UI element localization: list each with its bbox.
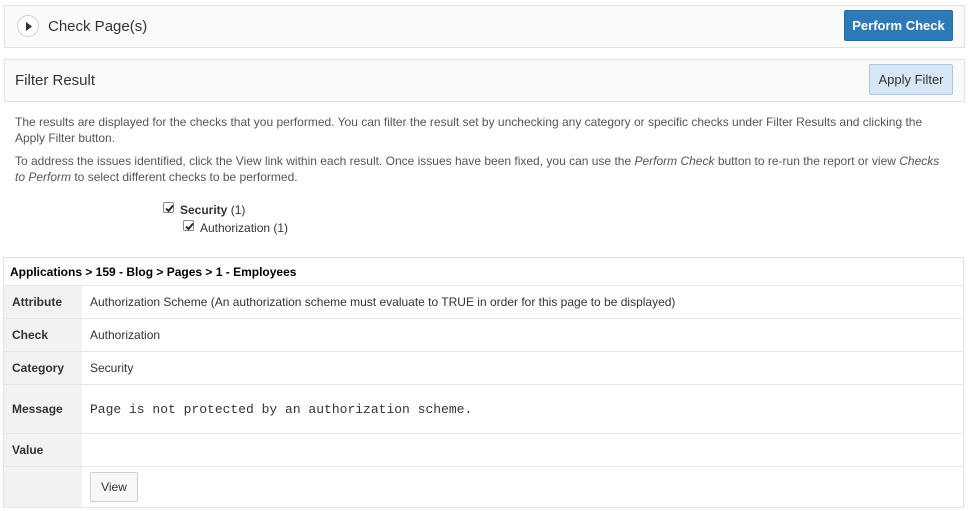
row-label: Check [3,318,82,352]
row-label: Message [3,384,82,434]
row-label: Category [3,351,82,385]
row-label [3,466,82,508]
authorization-checkbox[interactable] [183,220,194,231]
table-row: Value [3,433,964,467]
row-label: Value [3,433,82,467]
table-row: View [3,466,964,508]
view-button[interactable]: View [90,472,138,502]
play-icon [26,22,32,31]
row-value: Page is not protected by an authorizatio… [82,384,964,434]
row-label: Attribute [3,285,82,319]
authorization-filter-label: Authorization (1) [200,221,289,235]
description-paragraph: The results are displayed for the checks… [15,115,923,145]
filter-result-region: Filter Result Apply Filter [4,59,965,102]
checkmark-icon [165,204,174,213]
result-table: Applications > 159 - Blog > Pages > 1 - … [3,257,964,508]
result-path-row: Applications > 159 - Blog > Pages > 1 - … [3,257,964,286]
apply-filter-button[interactable]: Apply Filter [869,64,953,95]
table-row: Message Page is not protected by an auth… [3,384,964,434]
security-filter-label: Security (1) [180,203,246,217]
row-value: View [82,466,964,508]
table-row: Attribute Authorization Scheme (An autho… [3,285,964,319]
region-title: Check Page(s) [48,18,148,35]
row-value: Authorization Scheme (An authorization s… [82,285,964,319]
row-value [82,433,964,467]
expand-toggle-button[interactable] [17,15,39,37]
checkmark-icon [185,222,194,231]
description-paragraph: To address the issues identified, click … [15,154,940,184]
row-value: Authorization [82,318,964,352]
check-pages-region: Check Page(s) Perform Check [4,5,965,48]
result-breadcrumb: Applications > 159 - Blog > Pages > 1 - … [3,257,964,286]
row-value: Security [82,351,964,385]
table-row: Check Authorization [3,318,964,352]
security-checkbox[interactable] [163,202,174,213]
region-title: Filter Result [15,72,96,89]
table-row: Category Security [3,351,964,385]
perform-check-button[interactable]: Perform Check [844,10,953,41]
